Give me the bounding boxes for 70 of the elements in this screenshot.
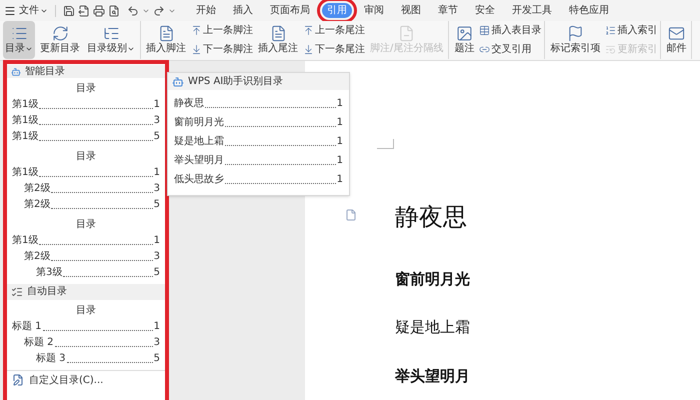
page-number: 3: [154, 114, 160, 128]
ribbon-tab[interactable]: 开始: [191, 3, 221, 18]
ai-toc-entry[interactable]: 窗前明月光 1: [174, 111, 343, 130]
ribbon-button[interactable]: 插入尾注: [256, 21, 300, 60]
custom-toc-item[interactable]: 自定义目录(C)...: [12, 372, 104, 388]
ribbon-button[interactable]: 插入表目录: [479, 22, 542, 40]
ribbon-tab[interactable]: 页面布局: [265, 3, 315, 18]
ribbon-button[interactable]: 上一条尾注: [303, 22, 365, 40]
page-number: 5: [154, 198, 160, 212]
toc-entry-label: 第3级: [36, 266, 62, 280]
ribbon-button[interactable]: 交叉引用: [479, 41, 542, 58]
ai-toc-entry[interactable]: 静夜思 1: [174, 92, 343, 111]
page-number: 3: [154, 250, 160, 264]
toc-entry-label: 标题 3: [36, 352, 66, 366]
ribbon-tab[interactable]: 开发工具: [507, 3, 557, 18]
ribbon-button[interactable]: 插入脚注: [144, 21, 188, 60]
document-line: 举头望明月: [395, 366, 470, 386]
toc-title: 目录: [75, 82, 97, 96]
ribbon-button[interactable]: 插入索引: [605, 22, 658, 40]
ribbon-tab[interactable]: 特色应用: [564, 3, 614, 18]
toc-title: 目录: [75, 218, 97, 232]
section-header: 智能目录: [25, 66, 65, 78]
ai-toc-entry[interactable]: 举头望明月 1: [174, 149, 343, 168]
toc-preview[interactable]: 目录 标题 1 1 标题 2 3 标题 3 5: [12, 300, 160, 368]
toc-preview[interactable]: 目录 第1级 1 第2级 3 第3级 5: [12, 214, 160, 282]
ribbon-button[interactable]: 目录: [3, 21, 35, 60]
toc-entry-label: 第2级: [24, 198, 50, 212]
ribbon-button[interactable]: 上一条脚注: [191, 22, 253, 40]
toc-entry-label: 第2级: [24, 182, 50, 196]
ribbon-tab[interactable]: 视图: [396, 3, 426, 18]
toc-preview[interactable]: 目录 第1级 1 第2级 3 第2级 5: [12, 146, 160, 214]
page-number: 1: [154, 234, 160, 248]
section-header: 自动目录: [27, 286, 67, 298]
toc-entry-label: 第1级: [12, 130, 38, 144]
page-number: 1: [154, 166, 160, 180]
ribbon-button[interactable]: 标记索引项: [548, 21, 602, 60]
toc-preview[interactable]: 目录 第1级 1 第1级 3 第1级 5: [12, 78, 160, 146]
toc-title: 目录: [75, 150, 97, 164]
toc-entry-label: 标题 2: [24, 336, 54, 350]
toc-title: 目录: [75, 304, 97, 318]
toc-entry-label: 第1级: [12, 166, 38, 180]
toc-entry-label: 第1级: [12, 114, 38, 128]
page-number: 3: [154, 182, 160, 196]
toc-entry-label: 标题 1: [12, 320, 42, 334]
page-number: 5: [154, 266, 160, 280]
panel-header: WPS AI助手识别目录: [168, 73, 349, 90]
toc-entry-label: 第2级: [24, 250, 50, 264]
file-menu[interactable]: 文件: [19, 3, 48, 18]
ribbon-tab[interactable]: 审阅: [359, 3, 389, 18]
document-line: 疑是地上霜: [395, 317, 470, 338]
page-number: 1: [154, 320, 160, 334]
toc-entry-label: 第1级: [12, 234, 38, 248]
ribbon-button[interactable]: 下一条尾注: [303, 41, 365, 58]
ribbon-button[interactable]: 下一条脚注: [191, 41, 253, 58]
ribbon-button[interactable]: 题注: [452, 21, 476, 60]
ribbon-button[interactable]: 邮件: [664, 21, 688, 60]
page-number: 3: [154, 336, 160, 350]
page-number: 5: [154, 130, 160, 144]
ribbon-tab[interactable]: 章节: [433, 3, 463, 18]
ribbon-button[interactable]: 更新目录: [38, 21, 82, 60]
ribbon-tab[interactable]: 安全: [470, 3, 500, 18]
ai-toc-entry[interactable]: 疑是地上霜 1: [174, 130, 343, 149]
document-line: 静夜思: [395, 202, 467, 232]
page-number: 1: [154, 98, 160, 112]
toc-entry-label: 第1级: [12, 98, 38, 112]
ribbon-tab[interactable]: 插入: [228, 3, 258, 18]
document-line: 窗前明月光: [395, 268, 470, 290]
page-number: 5: [154, 352, 160, 366]
ribbon-button[interactable]: 目录级别: [85, 21, 137, 60]
ai-toc-entry[interactable]: 低头思故乡 1: [174, 168, 343, 187]
